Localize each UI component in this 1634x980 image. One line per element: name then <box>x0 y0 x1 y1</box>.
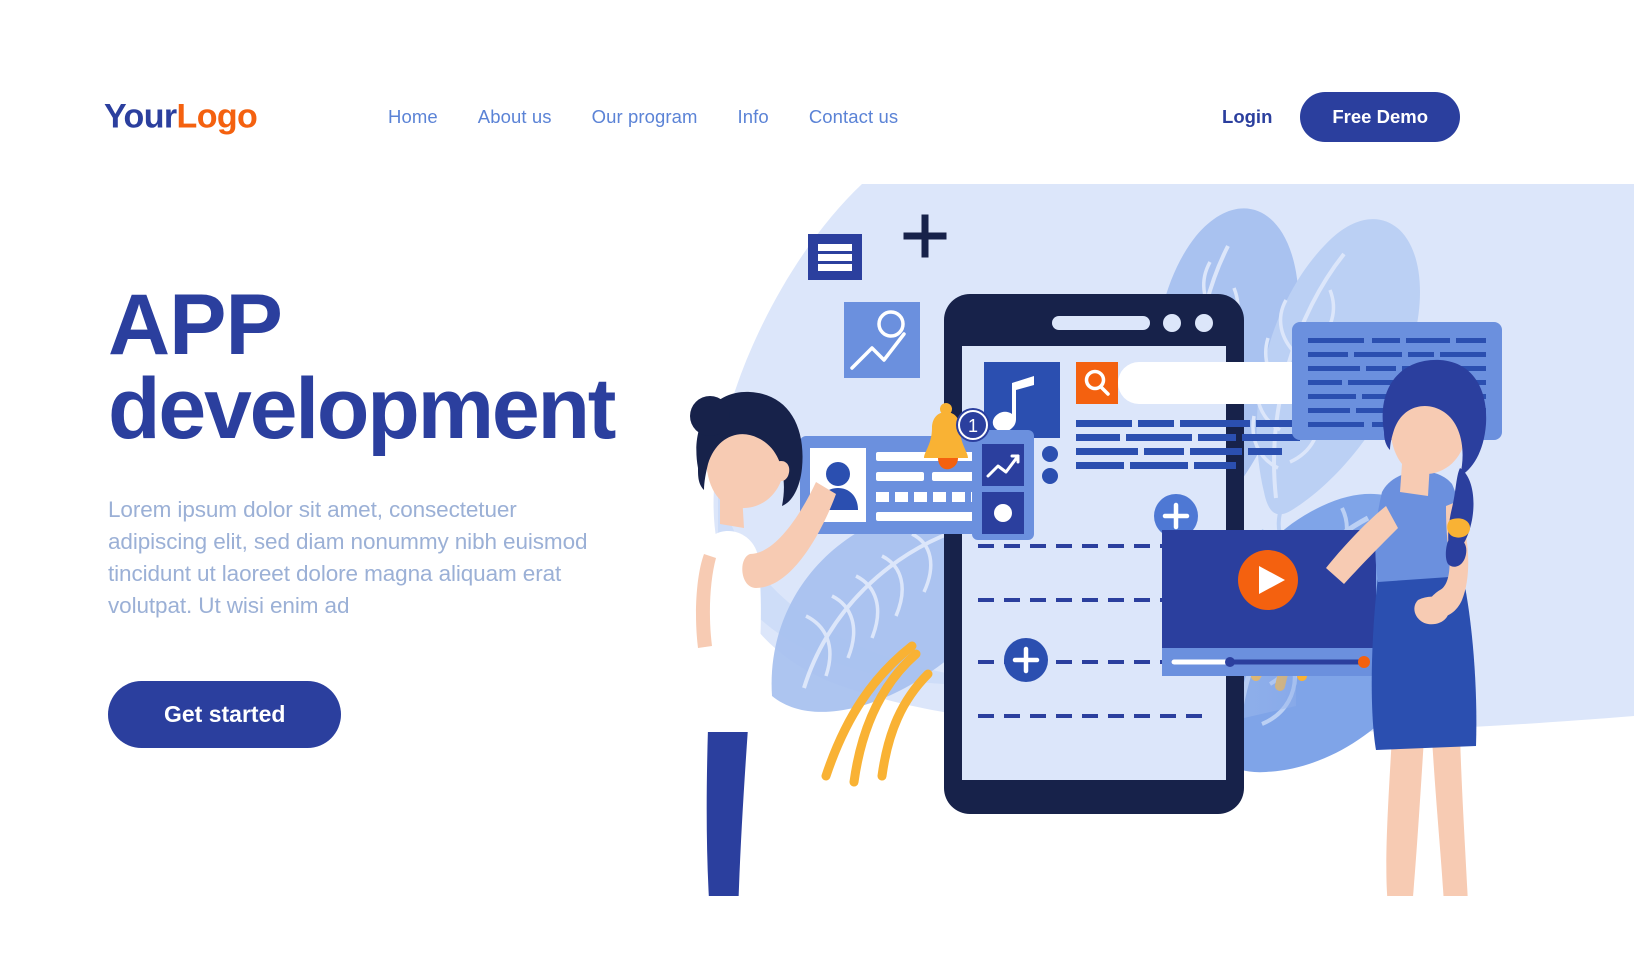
image-chart-icon[interactable] <box>844 302 920 378</box>
notification-badge-text: 1 <box>968 416 978 436</box>
play-icon[interactable] <box>1238 550 1298 610</box>
hair-bun <box>690 396 730 436</box>
get-started-button[interactable]: Get started <box>108 680 342 748</box>
record-dot-icon <box>982 492 1024 534</box>
video-end-dot <box>1358 656 1370 668</box>
hero-title-line-1: APP <box>108 277 283 373</box>
landing-page: YourLogo Home About us Our program Info … <box>0 0 1634 980</box>
phone-speaker <box>1052 316 1150 330</box>
nav-item-our-program[interactable]: Our program <box>592 106 698 128</box>
nav-item-home[interactable]: Home <box>388 106 438 128</box>
logo-text-your: Your <box>104 97 177 136</box>
page-title: APP development <box>108 277 688 457</box>
phone-camera-dot-1 <box>1163 314 1181 332</box>
add-circle-icon-lower[interactable] <box>1004 638 1048 682</box>
hero-text-block: APP development Lorem ipsum dolor sit am… <box>108 277 688 748</box>
search-icon-box <box>1076 362 1118 404</box>
login-link[interactable]: Login <box>1222 106 1272 128</box>
notification-badge: 1 <box>956 408 990 442</box>
nav-item-contact-us[interactable]: Contact us <box>809 106 898 128</box>
phone-camera-dot-2 <box>1195 314 1213 332</box>
hero-illustration: 1 <box>676 176 1634 896</box>
hero-description: Lorem ipsum dolor sit amet, consectetuer… <box>108 496 588 619</box>
hamburger-menu-icon[interactable] <box>808 234 862 280</box>
profile-card <box>800 430 1034 540</box>
site-header: YourLogo Home About us Our program Info … <box>0 86 1634 148</box>
header-actions: Login Free Demo <box>1222 92 1460 142</box>
main-navigation: Home About us Our program Info Contact u… <box>388 106 898 128</box>
logo-text-logo: Logo <box>176 97 258 136</box>
trend-chart-icon <box>982 444 1024 486</box>
nav-item-info[interactable]: Info <box>738 106 769 128</box>
nav-item-about-us[interactable]: About us <box>478 106 552 128</box>
hero-title-line-2: development <box>108 360 616 457</box>
free-demo-button[interactable]: Free Demo <box>1300 92 1460 142</box>
video-progress-handle <box>1225 657 1235 667</box>
site-logo[interactable]: YourLogo <box>104 97 258 137</box>
